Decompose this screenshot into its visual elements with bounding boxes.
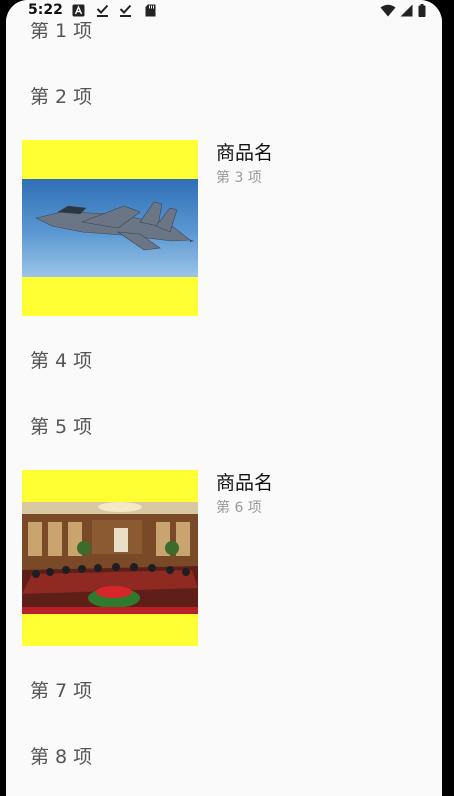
wifi-icon <box>380 4 396 17</box>
status-bar: 5:22 <box>6 0 442 22</box>
status-time: 5:22 <box>28 2 63 18</box>
list-item[interactable]: 第 7 项 <box>30 679 92 703</box>
product-title: 商品名 <box>216 472 274 494</box>
check-download-icon <box>119 4 132 17</box>
product-title: 商品名 <box>216 142 274 164</box>
list-item[interactable]: 第 2 项 <box>30 85 92 109</box>
a-icon <box>72 4 85 17</box>
item-list[interactable]: 第 1 项 第 2 项 商品名 第 3 项 第 4 项 第 5 项 商品名 第 … <box>6 0 442 796</box>
sd-card-icon <box>145 4 156 17</box>
product-subtitle: 第 6 项 <box>216 500 262 516</box>
product-image <box>22 470 198 646</box>
list-item[interactable]: 第 4 项 <box>30 349 92 373</box>
list-item[interactable]: 第 8 项 <box>30 745 92 769</box>
signal-icon <box>400 4 413 17</box>
list-item[interactable]: 第 1 项 <box>30 19 92 43</box>
battery-icon <box>418 4 426 17</box>
check-download-icon <box>96 4 109 17</box>
fighter-jet-image <box>22 179 198 277</box>
product-image <box>22 140 198 316</box>
meeting-room-image <box>22 502 198 614</box>
list-item[interactable]: 第 5 项 <box>30 415 92 439</box>
product-subtitle: 第 3 项 <box>216 170 262 186</box>
phone-screen: 5:22 第 1 项 第 2 项 商品名 第 3 项 第 4 项 第 5 项 商… <box>6 0 442 796</box>
